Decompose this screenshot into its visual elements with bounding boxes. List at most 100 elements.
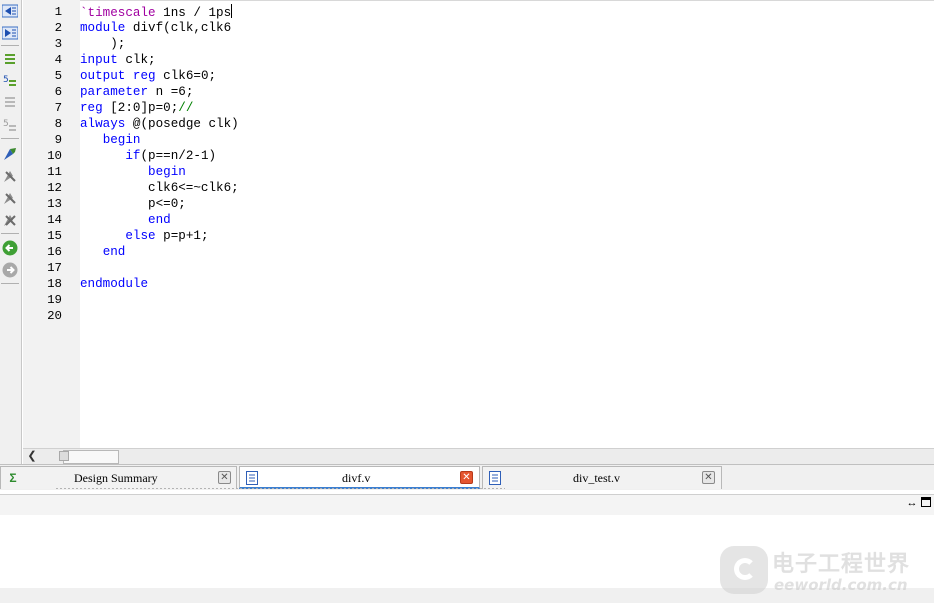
go-forward-icon[interactable] [2,262,18,278]
horizontal-scrollbar[interactable]: ❮ [23,448,934,464]
scrollbar-thumb[interactable] [63,450,119,464]
keyword-token: if [125,149,141,163]
line-number: 16 [47,245,62,259]
svg-text:5: 5 [3,75,9,85]
code-line: begin [80,132,141,148]
comment-lines-icon[interactable] [2,52,18,68]
code-line: clk6<=~clk6; [80,181,239,195]
code-line: end [80,244,126,260]
line-number: 13 [47,197,62,211]
tab-divf-v[interactable]: divf.v ✕ [239,466,480,489]
indent-left-icon[interactable] [2,3,18,19]
line-number: 20 [47,309,62,323]
bookmark-next-icon[interactable] [2,168,18,184]
editor-side-toolbar: 5 5 [0,0,22,466]
line-number: 9 [54,133,62,147]
line-number: 6 [54,85,62,99]
code-line: p<=0; [80,197,186,211]
code-text: divf(clk,clk6 [125,21,232,35]
splitter-grip[interactable] [55,487,505,490]
code-line: input clk; [80,52,156,68]
line-number: 19 [47,293,62,307]
code-line: end [80,212,171,228]
code-editor[interactable]: `timescale 1ns / 1ps module divf(clk,clk… [80,0,934,448]
unformat-lines-icon[interactable]: 5 [2,116,18,132]
keyword-token: end [102,245,126,259]
code-line: else p=p+1; [80,228,209,244]
tab-div-test-v[interactable]: div_test.v ✕ [482,466,722,489]
close-icon[interactable]: ✕ [702,471,715,484]
tab-label: div_test.v [573,471,620,485]
code-text: 1ns / 1ps [155,6,232,20]
keyword-token: reg [80,101,103,115]
code-line: begin [80,164,186,180]
line-number: 15 [47,229,62,243]
go-back-icon[interactable] [2,240,18,256]
code-line: output reg clk6=0; [80,68,216,84]
line-number: 17 [47,261,62,275]
bottom-panel-header: ↔ [0,494,934,516]
keyword-token: always [80,117,126,131]
bookmark-clear-icon[interactable] [2,212,18,228]
text-cursor [231,4,233,18]
keyword-token: begin [148,165,186,179]
code-text: p=p+1; [155,229,209,243]
site-watermark: 电子工程世界 eeworld.com.cn [716,540,934,603]
bookmark-toggle-icon[interactable] [2,146,18,162]
code-line: if(p==n/2-1) [80,148,216,164]
close-icon[interactable]: ✕ [460,471,473,484]
watermark-en-text: eeworld.com.cn [774,576,908,594]
close-icon[interactable]: ✕ [218,471,231,484]
line-number: 10 [47,149,62,163]
maximize-icon[interactable] [920,497,932,509]
indent-right-icon[interactable] [2,25,18,41]
code-line: module divf(clk,clk6 [80,20,231,36]
resize-horizontal-icon[interactable]: ↔ [906,497,918,509]
line-number: 12 [47,181,62,195]
code-line: endmodule [80,276,148,292]
tab-label: divf.v [342,471,371,485]
code-line: parameter n =6; [80,84,193,100]
code-line: `timescale 1ns / 1ps [80,4,233,20]
sigma-icon: Σ [9,471,17,485]
tab-label: Design Summary [74,471,158,485]
line-number: 1 [54,5,62,19]
keyword-token: reg [132,69,156,83]
keyword-token: module [80,21,126,35]
line-number: 14 [47,213,62,227]
code-text: clk6=0; [155,69,217,83]
directive-token: `timescale [80,6,156,20]
file-icon [245,471,259,485]
keyword-token: else [125,229,156,243]
logo-icon [720,546,768,594]
watermark-cn-text: 电子工程世界 [772,552,911,577]
line-number: 4 [54,53,62,67]
line-number: 7 [54,101,62,115]
line-number-gutter: 1 2 3 4 5 6 7 8 9 10 11 12 13 14 15 16 1… [23,0,80,448]
keyword-token: input [80,53,118,67]
code-line: reg [2:0]p=0;// [80,100,193,116]
line-number: 2 [54,21,62,35]
comment-token: // [178,101,194,115]
line-number: 8 [54,117,62,131]
svg-text:5: 5 [3,119,9,129]
keyword-token: begin [102,133,141,147]
bookmark-prev-icon[interactable] [2,190,18,206]
uncomment-lines-icon[interactable]: 5 [2,72,18,88]
code-text: clk; [117,53,156,67]
scroll-left-arrow-icon[interactable]: ❮ [25,449,39,464]
code-line: always @(posedge clk) [80,116,239,132]
code-text: @(posedge clk) [125,117,239,131]
file-icon [488,471,502,485]
scrollbar-grip[interactable] [59,451,69,461]
keyword-token: parameter [80,85,149,99]
code-text: (p==n/2-1) [140,149,217,163]
tab-design-summary[interactable]: Σ Design Summary ✕ [0,466,237,489]
format-lines-icon[interactable] [2,94,18,110]
